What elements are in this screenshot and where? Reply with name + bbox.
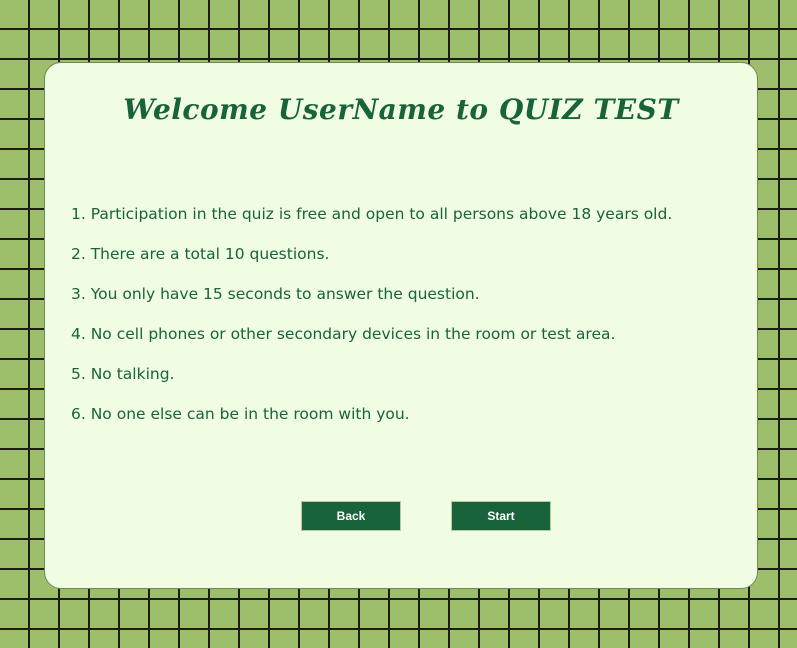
rule-item: 6. No one else can be in the room with y…	[71, 405, 410, 423]
page-title: Welcome UserName to QUIZ TEST	[123, 93, 679, 126]
rule-item: 4. No cell phones or other secondary dev…	[71, 325, 616, 343]
quiz-rules-card: Welcome UserName to QUIZ TEST 1. Partici…	[44, 62, 758, 589]
rule-item: 1. Participation in the quiz is free and…	[71, 205, 673, 223]
rule-item: 3. You only have 15 seconds to answer th…	[71, 285, 480, 303]
rule-item: 5. No talking.	[71, 365, 175, 383]
rules-list: 1. Participation in the quiz is free and…	[71, 205, 672, 445]
rule-item: 2. There are a total 10 questions.	[71, 245, 330, 263]
back-button[interactable]: Back	[301, 501, 401, 531]
start-button[interactable]: Start	[451, 501, 551, 531]
